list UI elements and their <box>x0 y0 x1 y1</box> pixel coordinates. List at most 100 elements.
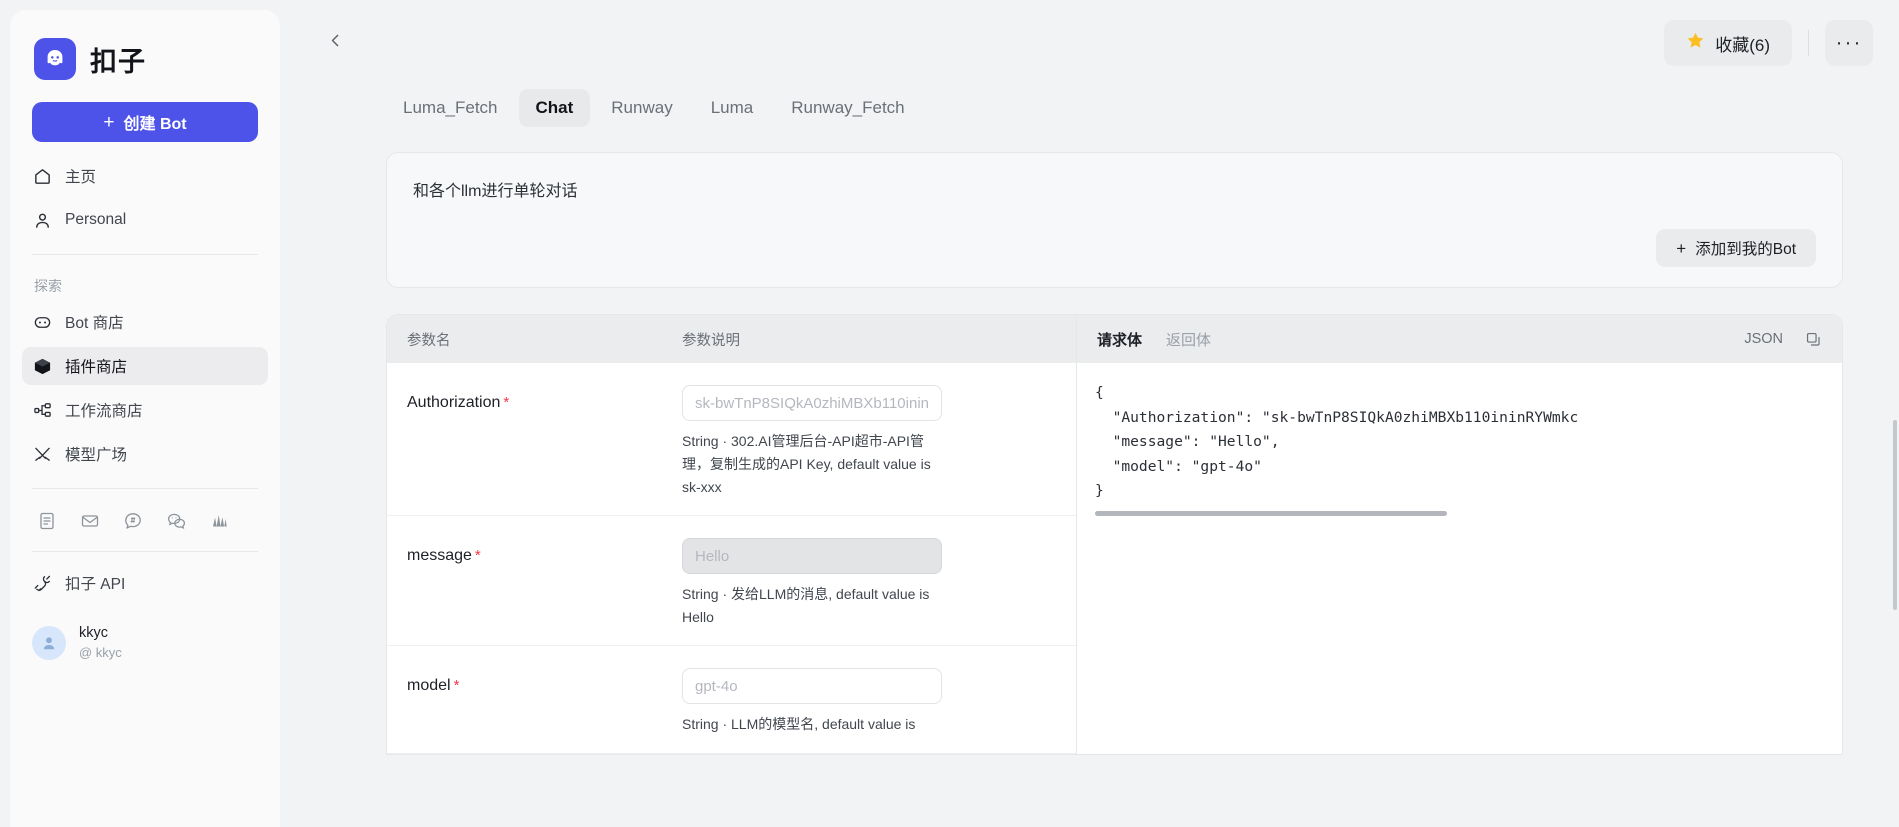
app-root: 扣子 + 创建 Bot 主页 Personal 探索 Bot 商店 插件商店 工… <box>0 0 1899 827</box>
page-scrollbar[interactable] <box>1893 420 1897 610</box>
code-horizontal-scrollbar[interactable] <box>1095 511 1447 516</box>
table-row: model * gpt-4o String · LLM的模型名, default … <box>387 646 1076 754</box>
tab-runway-label: Runway <box>611 98 673 117</box>
more-horizontal-icon: ··· <box>1835 30 1863 54</box>
social-links <box>32 501 258 539</box>
favorite-button[interactable]: 收藏(6) <box>1664 20 1792 66</box>
brand: 扣子 <box>34 38 258 80</box>
body-panel-actions: JSON <box>1744 331 1822 348</box>
sidebar-section-explore: 探索 <box>34 278 62 294</box>
tab-luma-label: Luma <box>710 98 754 117</box>
copy-icon[interactable] <box>1805 331 1822 348</box>
feishu-icon[interactable] <box>208 510 230 532</box>
sidebar-divider-3 <box>32 551 258 552</box>
param-name-message: message * <box>407 538 682 629</box>
plus-icon: + <box>1676 238 1687 258</box>
param-input-message[interactable]: Hello <box>682 538 942 575</box>
sidebar-item-personal[interactable]: Personal <box>22 201 268 239</box>
model-plaza-icon <box>32 444 52 464</box>
tool-tabs: Luma_Fetch Chat Runway Luma Runway_Fetch <box>386 86 1843 130</box>
tool-description: 和各个llm进行单轮对话 <box>413 183 578 200</box>
user-handle: @ kkyc <box>79 644 122 660</box>
tab-luma[interactable]: Luma <box>694 89 771 127</box>
back-button[interactable] <box>318 26 352 60</box>
sidebar-item-workflow-store[interactable]: 工作流商店 <box>22 391 268 429</box>
workflow-nodes-icon <box>32 400 52 420</box>
sidebar-item-bot-store[interactable]: Bot 商店 <box>22 303 268 341</box>
sidebar-item-model-plaza-label: 模型广场 <box>65 447 128 464</box>
param-name-model: model * <box>407 668 682 736</box>
description-card: 和各个llm进行单轮对话 + 添加到我的Bot <box>386 152 1843 288</box>
param-right-message: Hello String · 发给LLM的消息, default value i… <box>682 538 942 629</box>
param-label: Authorization <box>407 394 501 411</box>
sidebar-item-plugin-store-label: 插件商店 <box>65 359 128 376</box>
tab-runway[interactable]: Runway <box>594 89 689 127</box>
api-plug-icon <box>32 573 52 593</box>
required-marker: * <box>503 394 510 411</box>
sidebar-item-coze-api-label: 扣子 API <box>65 576 126 593</box>
topbar-actions: 收藏(6) ··· <box>1664 20 1873 66</box>
topbar-separator <box>1808 30 1809 56</box>
sidebar-item-coze-api[interactable]: 扣子 API <box>32 564 258 602</box>
star-icon <box>1686 31 1705 55</box>
tab-runway-fetch-label: Runway_Fetch <box>791 98 905 117</box>
panels: 参数名 参数说明 Authorization * sk-bwTnP8SIQkA0z… <box>386 314 1843 755</box>
param-input-model[interactable]: gpt-4o <box>682 668 942 705</box>
sidebar-item-bot-store-label: Bot 商店 <box>65 315 124 332</box>
sidebar-item-personal-label: Personal <box>65 211 127 228</box>
format-json-label[interactable]: JSON <box>1744 331 1783 347</box>
param-right-model: gpt-4o String · LLM的模型名, default value i… <box>682 668 942 736</box>
docs-icon[interactable] <box>36 510 58 532</box>
content: Luma_Fetch Chat Runway Luma Runway_Fetch… <box>290 86 1899 755</box>
tab-luma-fetch[interactable]: Luma_Fetch <box>386 89 515 127</box>
sidebar-item-model-plaza[interactable]: 模型广场 <box>22 435 268 473</box>
user-profile[interactable]: kkyc @ kkyc <box>32 618 258 667</box>
sidebar-item-home[interactable]: 主页 <box>22 157 268 195</box>
main-area: 收藏(6) ··· Luma_Fetch Chat Runway Luma Ru… <box>290 0 1899 827</box>
user-name: kkyc <box>79 625 108 641</box>
table-row: message * Hello String · 发给LLM的消息, defaul… <box>387 516 1076 647</box>
required-marker: * <box>474 547 481 565</box>
mail-icon[interactable] <box>79 510 101 532</box>
plugin-cube-icon <box>32 356 52 376</box>
param-right-authorization: sk-bwTnP8SIQkA0zhiMBXb110inin String · 3… <box>682 385 942 499</box>
request-body-code: { "Authorization": "sk-bwTnP8SIQkA0zhiMB… <box>1095 384 1579 500</box>
discord-hash-icon[interactable] <box>122 510 144 532</box>
tab-response-body[interactable]: 返回体 <box>1166 329 1211 350</box>
body-panel-header: 请求体 返回体 JSON <box>1077 315 1842 363</box>
favorite-label: 收藏(6) <box>1715 35 1770 55</box>
create-bot-button[interactable]: + 创建 Bot <box>32 102 258 142</box>
description-actions: + 添加到我的Bot <box>413 229 1816 267</box>
sidebar-divider-2 <box>32 488 258 489</box>
param-label: model <box>407 677 451 695</box>
column-header-param-description: 参数说明 <box>682 332 740 349</box>
wechat-icon[interactable] <box>165 510 187 532</box>
tab-chat-label: Chat <box>535 98 574 117</box>
tab-runway-fetch[interactable]: Runway_Fetch <box>774 89 921 127</box>
param-input-authorization[interactable]: sk-bwTnP8SIQkA0zhiMBXb110inin <box>682 385 942 421</box>
param-desc-model: String · LLM的模型名, default value is <box>682 716 916 733</box>
create-bot-label: 创建 Bot <box>123 116 187 133</box>
add-to-my-bot-button[interactable]: + 添加到我的Bot <box>1656 229 1816 267</box>
add-to-my-bot-label: 添加到我的Bot <box>1695 241 1796 258</box>
chevron-left-icon <box>327 32 344 54</box>
avatar <box>32 625 66 660</box>
param-desc-message: String · 发给LLM的消息, default value is Hell… <box>682 586 930 626</box>
home-icon <box>32 166 52 186</box>
code-viewer: { "Authorization": "sk-bwTnP8SIQkA0zhiMB… <box>1077 363 1842 754</box>
sidebar-item-plugin-store[interactable]: 插件商店 <box>22 347 268 385</box>
required-marker: * <box>453 677 460 695</box>
tab-luma-fetch-label: Luma_Fetch <box>403 98 498 117</box>
param-label: message <box>407 547 472 565</box>
topbar: 收藏(6) ··· <box>290 0 1899 86</box>
tab-chat[interactable]: Chat <box>518 89 591 127</box>
bot-store-icon <box>32 312 52 332</box>
sidebar-item-home-label: 主页 <box>65 169 97 186</box>
param-desc-authorization: String · 302.AI管理后台-API超市-API管理，复制生成的API… <box>682 433 931 496</box>
param-name-authorization: Authorization * <box>407 385 682 499</box>
tab-request-body[interactable]: 请求体 <box>1097 329 1142 350</box>
column-header-param-name: 参数名 <box>407 332 451 349</box>
plus-icon: + <box>103 111 115 133</box>
more-options-button[interactable]: ··· <box>1825 20 1873 66</box>
sidebar: 扣子 + 创建 Bot 主页 Personal 探索 Bot 商店 插件商店 工… <box>0 0 290 827</box>
